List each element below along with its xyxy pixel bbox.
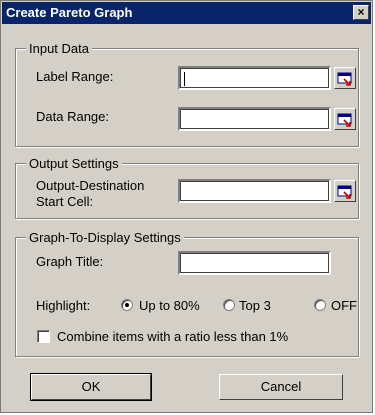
input-data-legend: Input Data	[26, 41, 92, 56]
pareto-dialog: Create Pareto Graph × Input Data Label R…	[0, 0, 373, 413]
range-select-icon	[337, 113, 352, 127]
label-range-input[interactable]	[178, 66, 331, 90]
label-range-label: Label Range:	[36, 69, 114, 84]
title-bar[interactable]: Create Pareto Graph ×	[2, 2, 371, 24]
range-select-icon	[337, 72, 352, 86]
radio-top-3[interactable]	[223, 299, 235, 311]
input-data-group: Input Data	[15, 41, 359, 147]
close-icon: ×	[357, 5, 365, 19]
data-range-input[interactable]	[178, 107, 331, 131]
radio-off-label[interactable]: OFF	[331, 298, 357, 313]
combine-items-checkbox[interactable]	[37, 330, 50, 343]
data-range-select-button[interactable]	[334, 108, 356, 130]
output-destination-select-button[interactable]	[334, 180, 356, 202]
combine-items-label[interactable]: Combine items with a ratio less than 1%	[57, 329, 288, 344]
output-destination-input[interactable]	[178, 179, 331, 203]
output-destination-label-line1: Output-Destination	[36, 178, 145, 193]
data-range-label: Data Range:	[36, 109, 109, 124]
text-caret	[184, 72, 185, 86]
radio-top-3-label[interactable]: Top 3	[239, 298, 271, 313]
ok-button[interactable]: OK	[30, 373, 152, 401]
radio-off[interactable]	[314, 299, 326, 311]
radio-up-to-80[interactable]	[121, 299, 133, 311]
output-settings-legend: Output Settings	[26, 156, 122, 171]
range-select-icon	[337, 185, 352, 199]
highlight-label: Highlight:	[36, 298, 91, 313]
dialog-title: Create Pareto Graph	[6, 5, 133, 20]
output-destination-label-line2: Start Cell:	[36, 194, 94, 209]
graph-title-input[interactable]	[178, 251, 331, 275]
graph-title-label: Graph Title:	[36, 254, 104, 269]
radio-up-to-80-label[interactable]: Up to 80%	[139, 298, 200, 313]
label-range-select-button[interactable]	[334, 67, 356, 89]
close-button[interactable]: ×	[353, 5, 369, 20]
cancel-button[interactable]: Cancel	[219, 374, 343, 400]
graph-settings-legend: Graph-To-Display Settings	[26, 230, 184, 245]
